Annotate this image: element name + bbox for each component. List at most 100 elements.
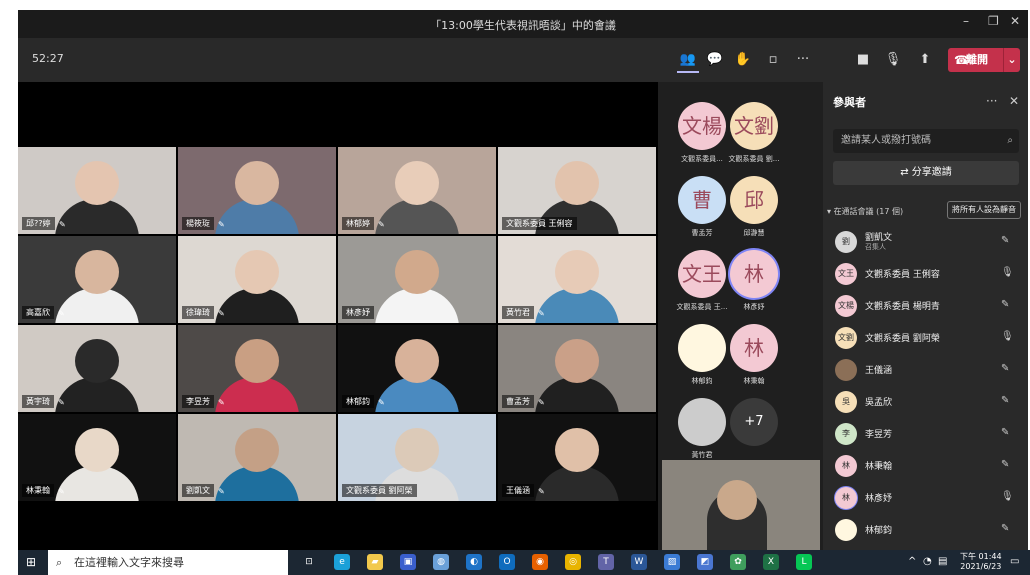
- video-tile[interactable]: 楊筱琁 ✎: [178, 147, 336, 234]
- rooms-icon[interactable]: ▫: [762, 49, 784, 71]
- video-tile[interactable]: 曹孟芳 ✎: [498, 325, 656, 412]
- more-icon[interactable]: ···: [792, 49, 814, 71]
- keyboard-icon[interactable]: ▤: [938, 556, 947, 567]
- photos-icon[interactable]: ▨: [664, 554, 680, 570]
- video-tile[interactable]: 林郁婷 ✎: [338, 147, 496, 234]
- search-icon: ⌕: [56, 556, 63, 569]
- participant-avatar: 林: [835, 455, 857, 477]
- clock-date: 2021/6/23: [960, 562, 1002, 571]
- participant-row[interactable]: 王儀涵 ✎: [835, 355, 1025, 385]
- close-icon[interactable]: ✕: [1010, 14, 1020, 28]
- mic-off-icon: ✎: [218, 309, 225, 318]
- participant-avatar[interactable]: 文劉: [730, 102, 778, 150]
- participant-avatar[interactable]: 邱: [730, 176, 778, 224]
- invite-search-input[interactable]: 邀請某人或撥打號碼 ⌕: [833, 129, 1019, 153]
- chat-icon[interactable]: 💬: [704, 49, 726, 71]
- video-tile[interactable]: 林秉翰 ✎: [18, 414, 176, 501]
- video-tile[interactable]: 高嘉欣 ✎: [18, 236, 176, 323]
- participant-avatar: 吳: [835, 391, 857, 413]
- maximize-icon[interactable]: ❐: [988, 14, 999, 28]
- invite-search-placeholder: 邀請某人或撥打號碼: [841, 135, 931, 146]
- taskbar-clock[interactable]: 下午 01:44 2021/6/23: [960, 552, 1002, 572]
- outlook-icon[interactable]: O: [499, 554, 515, 570]
- panel-close-icon[interactable]: ✕: [1009, 94, 1019, 108]
- mute-all-button[interactable]: 將所有人設為靜音: [947, 201, 1021, 219]
- self-view-video: [662, 460, 820, 550]
- participant-avatar[interactable]: 文楊: [678, 102, 726, 150]
- participant-row[interactable]: 林林秉翰 ✎: [835, 451, 1025, 481]
- participant-avatar[interactable]: 曹: [678, 176, 726, 224]
- mic-status-icon: ✎: [1001, 395, 1010, 406]
- share-invite-label: 分享邀請: [911, 167, 952, 178]
- search-icon: ⌕: [1007, 135, 1013, 146]
- taskbar-search-input[interactable]: ⌕ 在這裡輸入文字來搜尋: [48, 550, 288, 575]
- app-icon[interactable]: ◍: [433, 554, 449, 570]
- app-icon-2[interactable]: ◐: [466, 554, 482, 570]
- participant-row[interactable]: 文楊 文觀系委員 楊明青 ✎: [835, 291, 1025, 321]
- reactions-icon[interactable]: ✋: [732, 49, 754, 71]
- app-icon-3[interactable]: ◩: [697, 554, 713, 570]
- task-view-icon[interactable]: ⊡: [301, 554, 317, 570]
- participant-name: 林秉翰: [865, 462, 893, 472]
- participant-avatar[interactable]: [678, 398, 726, 446]
- video-tile[interactable]: 林彥妤: [338, 236, 496, 323]
- mic-off-icon: ✎: [538, 309, 545, 318]
- video-tile-name: 李昱芳: [182, 395, 214, 408]
- participant-avatar[interactable]: 林: [730, 250, 778, 298]
- in-meeting-section-header[interactable]: ▾ 在通話會議 (17 個): [827, 206, 903, 217]
- participant-row[interactable]: 吳吳孟欣 ✎: [835, 387, 1025, 417]
- camera-icon[interactable]: ■: [852, 49, 874, 71]
- video-tile[interactable]: 黃宇琦 ✎: [18, 325, 176, 412]
- people-icon[interactable]: 👥: [677, 49, 699, 73]
- participant-avatar[interactable]: 林: [730, 324, 778, 372]
- store-icon[interactable]: ▣: [400, 554, 416, 570]
- video-tile-name: 曹孟芳: [502, 395, 534, 408]
- firefox-icon[interactable]: ◉: [532, 554, 548, 570]
- share-invite-button[interactable]: ⇄ 分享邀請: [833, 161, 1019, 185]
- chevron-down-icon[interactable]: ⌄: [1003, 48, 1020, 72]
- meeting-toolbar: 52:27 👥 💬 ✋ ▫ ··· ■ 🎙 ⬆ ☎ 離開 ⌄: [18, 38, 1028, 82]
- avatar-label: 文觀系委員 劉...: [728, 155, 780, 163]
- video-tile[interactable]: 文觀系委員 王俐容: [498, 147, 656, 234]
- excel-icon[interactable]: X: [763, 554, 779, 570]
- mic-off-icon: ✎: [538, 487, 545, 496]
- participant-avatar[interactable]: +7: [730, 398, 778, 446]
- video-tile[interactable]: 劉凱文 ✎: [178, 414, 336, 501]
- teams-icon[interactable]: T: [598, 554, 614, 570]
- video-tile[interactable]: 李昱芳 ✎: [178, 325, 336, 412]
- participant-row[interactable]: 林林彥妤 🎙: [835, 483, 1025, 513]
- video-tile-name: 林郁婷: [342, 217, 374, 230]
- app-icon-4[interactable]: ✿: [730, 554, 746, 570]
- mic-off-icon[interactable]: 🎙: [882, 49, 904, 71]
- minimize-icon[interactable]: –: [963, 14, 969, 28]
- participant-avatar: 文楊: [835, 295, 857, 317]
- video-tile[interactable]: 林郁鈞 ✎: [338, 325, 496, 412]
- tray-chevron-icon[interactable]: ^: [908, 556, 916, 567]
- participant-row[interactable]: 劉劉凱文 召集人 ✎: [835, 227, 1025, 257]
- video-tile[interactable]: 邱??婷 ✎: [18, 147, 176, 234]
- chrome-icon[interactable]: ◎: [565, 554, 581, 570]
- share-icon[interactable]: ⬆: [914, 49, 936, 71]
- panel-more-icon[interactable]: ···: [986, 94, 997, 108]
- participant-avatar[interactable]: 文王: [678, 250, 726, 298]
- taskbar-search-placeholder: 在這裡輸入文字來搜尋: [74, 556, 184, 569]
- file-explorer-icon[interactable]: ▰: [367, 554, 383, 570]
- participant-video-head: [75, 250, 119, 294]
- leave-button[interactable]: ☎ 離開 ⌄: [948, 48, 1020, 72]
- video-tile[interactable]: 徐瑋琦 ✎: [178, 236, 336, 323]
- video-tile[interactable]: 王儀涵 ✎: [498, 414, 656, 501]
- participant-row[interactable]: 林郁鈞 ✎: [835, 515, 1025, 545]
- video-tile[interactable]: 黃竹君 ✎: [498, 236, 656, 323]
- notifications-icon[interactable]: ▭: [1010, 556, 1019, 567]
- windows-start-icon[interactable]: ⊞: [26, 555, 36, 569]
- network-icon[interactable]: ◔: [923, 556, 932, 567]
- participant-row[interactable]: 文王 文觀系委員 王俐容 🎙: [835, 259, 1025, 289]
- line-icon[interactable]: L: [796, 554, 812, 570]
- edge-icon[interactable]: e: [334, 554, 350, 570]
- word-icon[interactable]: W: [631, 554, 647, 570]
- video-tile[interactable]: 文觀系委員 劉阿榮: [338, 414, 496, 501]
- participant-row[interactable]: 文劉 文觀系委員 劉阿榮 🎙: [835, 323, 1025, 353]
- participant-avatar[interactable]: [678, 324, 726, 372]
- video-tile-name: 黃宇琦: [22, 395, 54, 408]
- participant-row[interactable]: 李李昱芳 ✎: [835, 419, 1025, 449]
